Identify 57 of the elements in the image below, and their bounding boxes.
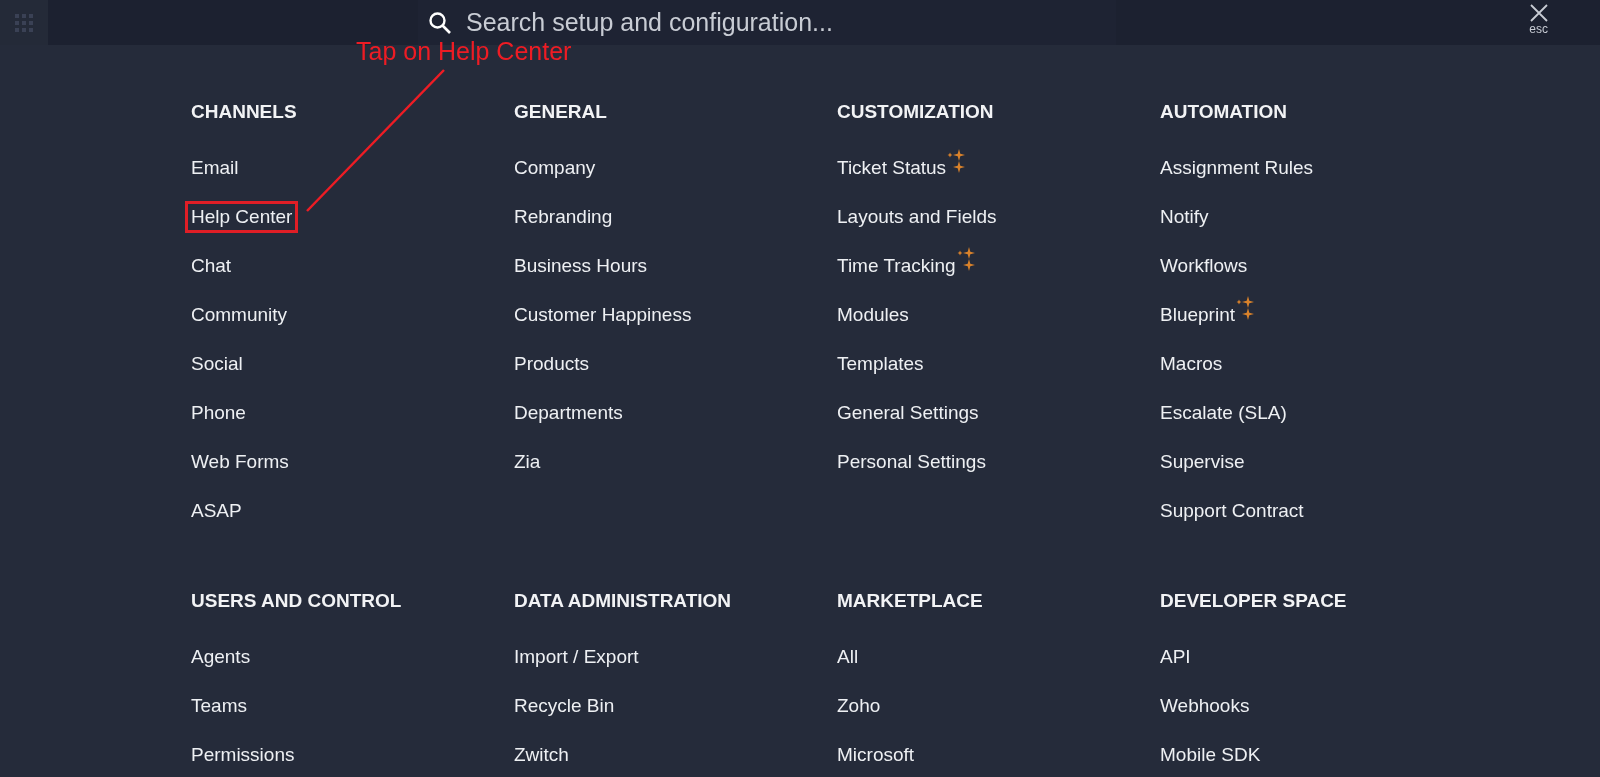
menu-link[interactable]: Help Center: [185, 201, 299, 233]
menu-link[interactable]: Products: [508, 348, 595, 380]
menu-link[interactable]: Company: [508, 152, 602, 184]
setup-search-field[interactable]: Search setup and configuration...: [466, 8, 1106, 37]
menu-link[interactable]: Phone: [185, 397, 252, 429]
menu-link[interactable]: Blueprint: [1154, 299, 1260, 331]
menu-link[interactable]: Agents: [185, 641, 257, 673]
menu-link[interactable]: Time Tracking: [831, 250, 981, 282]
section-heading: AUTOMATION: [1160, 100, 1287, 124]
section-heading: GENERAL: [514, 100, 607, 124]
sparkle-icon: [1236, 296, 1254, 320]
menu-link[interactable]: Modules: [831, 299, 915, 331]
menu-link[interactable]: Support Contract: [1154, 495, 1310, 527]
menu-link[interactable]: Web Forms: [185, 446, 295, 478]
menu-link[interactable]: Supervise: [1154, 446, 1251, 478]
menu-link[interactable]: Assignment Rules: [1154, 152, 1320, 184]
menu-link[interactable]: Chat: [185, 250, 238, 282]
menu-link[interactable]: Macros: [1154, 348, 1229, 380]
menu-link[interactable]: Recycle Bin: [508, 690, 621, 722]
menu-link[interactable]: Layouts and Fields: [831, 201, 1003, 233]
menu-link[interactable]: ASAP: [185, 495, 248, 527]
menu-link[interactable]: Business Hours: [508, 250, 654, 282]
section-heading: USERS AND CONTROL: [191, 589, 402, 613]
menu-link[interactable]: Personal Settings: [831, 446, 992, 478]
menu-link[interactable]: API: [1154, 641, 1197, 673]
menu-link[interactable]: Email: [185, 152, 245, 184]
section-heading: CHANNELS: [191, 100, 297, 124]
search-icon: [428, 10, 452, 35]
menu-link[interactable]: Escalate (SLA): [1154, 397, 1293, 429]
menu-link[interactable]: Notify: [1154, 201, 1215, 233]
menu-link[interactable]: Community: [185, 299, 294, 331]
menu-link[interactable]: Departments: [508, 397, 629, 429]
section-heading: CUSTOMIZATION: [837, 100, 994, 124]
sparkle-icon: [947, 149, 966, 173]
section-heading: DATA ADMINISTRATION: [514, 589, 732, 613]
apps-grid-icon[interactable]: [15, 13, 33, 32]
menu-link[interactable]: Teams: [185, 690, 253, 722]
menu-link[interactable]: Import / Export: [508, 641, 645, 673]
menu-link[interactable]: Permissions: [185, 739, 301, 771]
close-button[interactable]: esc: [1529, 3, 1548, 36]
menu-link[interactable]: Zwitch: [508, 739, 575, 771]
sparkle-icon: [956, 247, 975, 271]
section-heading: MARKETPLACE: [837, 589, 983, 613]
menu-link[interactable]: Rebranding: [508, 201, 619, 233]
section-heading: DEVELOPER SPACE: [1160, 589, 1347, 613]
menu-link[interactable]: Zia: [508, 446, 547, 478]
menu-link[interactable]: General Settings: [831, 397, 985, 429]
menu-link[interactable]: All: [831, 641, 865, 673]
menu-link[interactable]: Microsoft: [831, 739, 921, 771]
menu-link[interactable]: Workflows: [1154, 250, 1254, 282]
menu-link[interactable]: Ticket Status: [831, 152, 972, 184]
menu-link[interactable]: Webhooks: [1154, 690, 1256, 722]
menu-link[interactable]: Templates: [831, 348, 930, 380]
menu-link[interactable]: Customer Happiness: [508, 299, 698, 331]
menu-link[interactable]: Social: [185, 348, 249, 380]
menu-link[interactable]: Mobile SDK: [1154, 739, 1267, 771]
menu-link[interactable]: Zoho: [831, 690, 887, 722]
